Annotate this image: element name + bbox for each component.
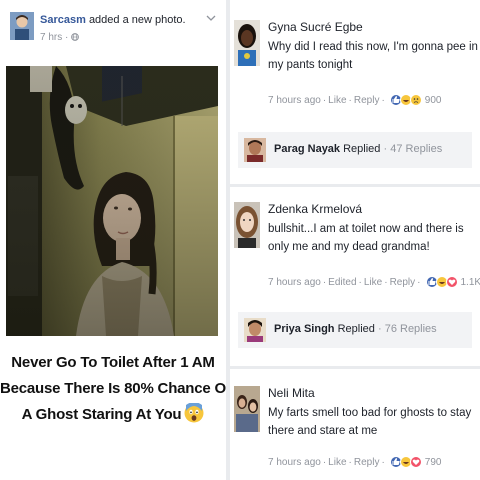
- comment-meta: 7 hours ago · Like · Reply · 900: [268, 94, 442, 106]
- post-author-line: Sarcasm added a new photo.: [40, 14, 186, 26]
- caption-line-1: Never Go To Toilet After 1 AM: [11, 354, 215, 371]
- replies-summary[interactable]: Priya Singh Replied · 76 Replies: [238, 312, 472, 348]
- love-reaction-icon: [445, 276, 458, 288]
- commenter-avatar[interactable]: [234, 202, 260, 248]
- reply-verb: Replied: [337, 323, 375, 335]
- reactions-summary[interactable]: 900: [389, 94, 442, 106]
- post-author-link[interactable]: Sarcasm: [40, 14, 86, 26]
- like-link[interactable]: Like: [328, 95, 346, 106]
- comment-item: Gyna Sucré Egbe Why did I read this now,…: [230, 16, 480, 126]
- post-caption: Never Go To Toilet After 1 AM Because Th…: [0, 350, 231, 428]
- reaction-count: 1.1K: [460, 276, 480, 288]
- comment-meta: 7 hours ago · Edited · Like · Reply · 1.…: [268, 276, 480, 288]
- reply-author-name[interactable]: Priya Singh: [274, 323, 335, 335]
- edited-label[interactable]: Edited: [328, 277, 356, 288]
- comment-item: Neli Mita My farts smell too bad for gho…: [230, 382, 480, 478]
- comment-text: bullshit...I am at toilet now and there …: [268, 223, 464, 253]
- caption-line-3: A Ghost Staring At You: [0, 402, 226, 428]
- reply-verb: Replied: [343, 143, 381, 155]
- reply-author-avatar: [244, 138, 266, 162]
- comment-time[interactable]: 7 hours ago: [268, 457, 321, 468]
- comment-text: My farts smell too bad for ghosts to sta…: [268, 407, 472, 437]
- reactions-summary[interactable]: 1.1K: [425, 276, 480, 288]
- comment-author[interactable]: Neli Mita: [268, 386, 315, 400]
- comment-time[interactable]: 7 hours ago: [268, 277, 321, 288]
- comment-separator: [230, 184, 480, 187]
- comment-text: Why did I read this now, I'm gonna pee i…: [268, 41, 478, 71]
- reaction-count: 790: [424, 456, 442, 468]
- comment-meta: 7 hours ago · Like · Reply · 790: [268, 456, 442, 468]
- sad-reaction-icon: [409, 94, 422, 106]
- replies-summary[interactable]: Parag Nayak Replied · 47 Replies: [238, 132, 472, 168]
- comment-author[interactable]: Zdenka Krmelová: [268, 202, 362, 216]
- comment-separator: [230, 366, 480, 369]
- reaction-count: 900: [424, 94, 442, 106]
- comment-item: Zdenka Krmelová bullshit...I am at toile…: [230, 198, 480, 308]
- globe-icon: [71, 32, 80, 43]
- like-link[interactable]: Like: [328, 457, 346, 468]
- reactions-summary[interactable]: 790: [389, 456, 442, 468]
- post-header: Sarcasm added a new photo. 7 hrs ·: [10, 8, 218, 58]
- reply-link[interactable]: Reply: [354, 457, 380, 468]
- reply-link[interactable]: Reply: [354, 95, 380, 106]
- caption-line-2: Because There Is 80% Chance Of: [0, 380, 231, 397]
- post-timestamp[interactable]: 7 hrs ·: [40, 32, 80, 43]
- reply-author-name[interactable]: Parag Nayak: [274, 143, 340, 155]
- post-card: Sarcasm added a new photo. 7 hrs · Never…: [0, 0, 231, 480]
- comments-panel: Gyna Sucré Egbe Why did I read this now,…: [230, 0, 480, 480]
- reply-author-avatar: [244, 318, 266, 342]
- like-link[interactable]: Like: [364, 277, 382, 288]
- commenter-avatar[interactable]: [234, 20, 260, 66]
- poster-avatar[interactable]: [10, 12, 34, 40]
- love-reaction-icon: [409, 456, 422, 468]
- post-photo[interactable]: [6, 66, 218, 336]
- comment-author[interactable]: Gyna Sucré Egbe: [268, 20, 363, 34]
- reply-count[interactable]: 47 Replies: [390, 143, 442, 155]
- chevron-down-icon[interactable]: [206, 14, 216, 25]
- scared-face-emoji: [184, 402, 204, 423]
- post-action: added a new photo.: [88, 14, 186, 26]
- comment-time[interactable]: 7 hours ago: [268, 95, 321, 106]
- reply-count[interactable]: 76 Replies: [385, 323, 437, 335]
- reply-link[interactable]: Reply: [390, 277, 416, 288]
- commenter-avatar[interactable]: [234, 386, 260, 432]
